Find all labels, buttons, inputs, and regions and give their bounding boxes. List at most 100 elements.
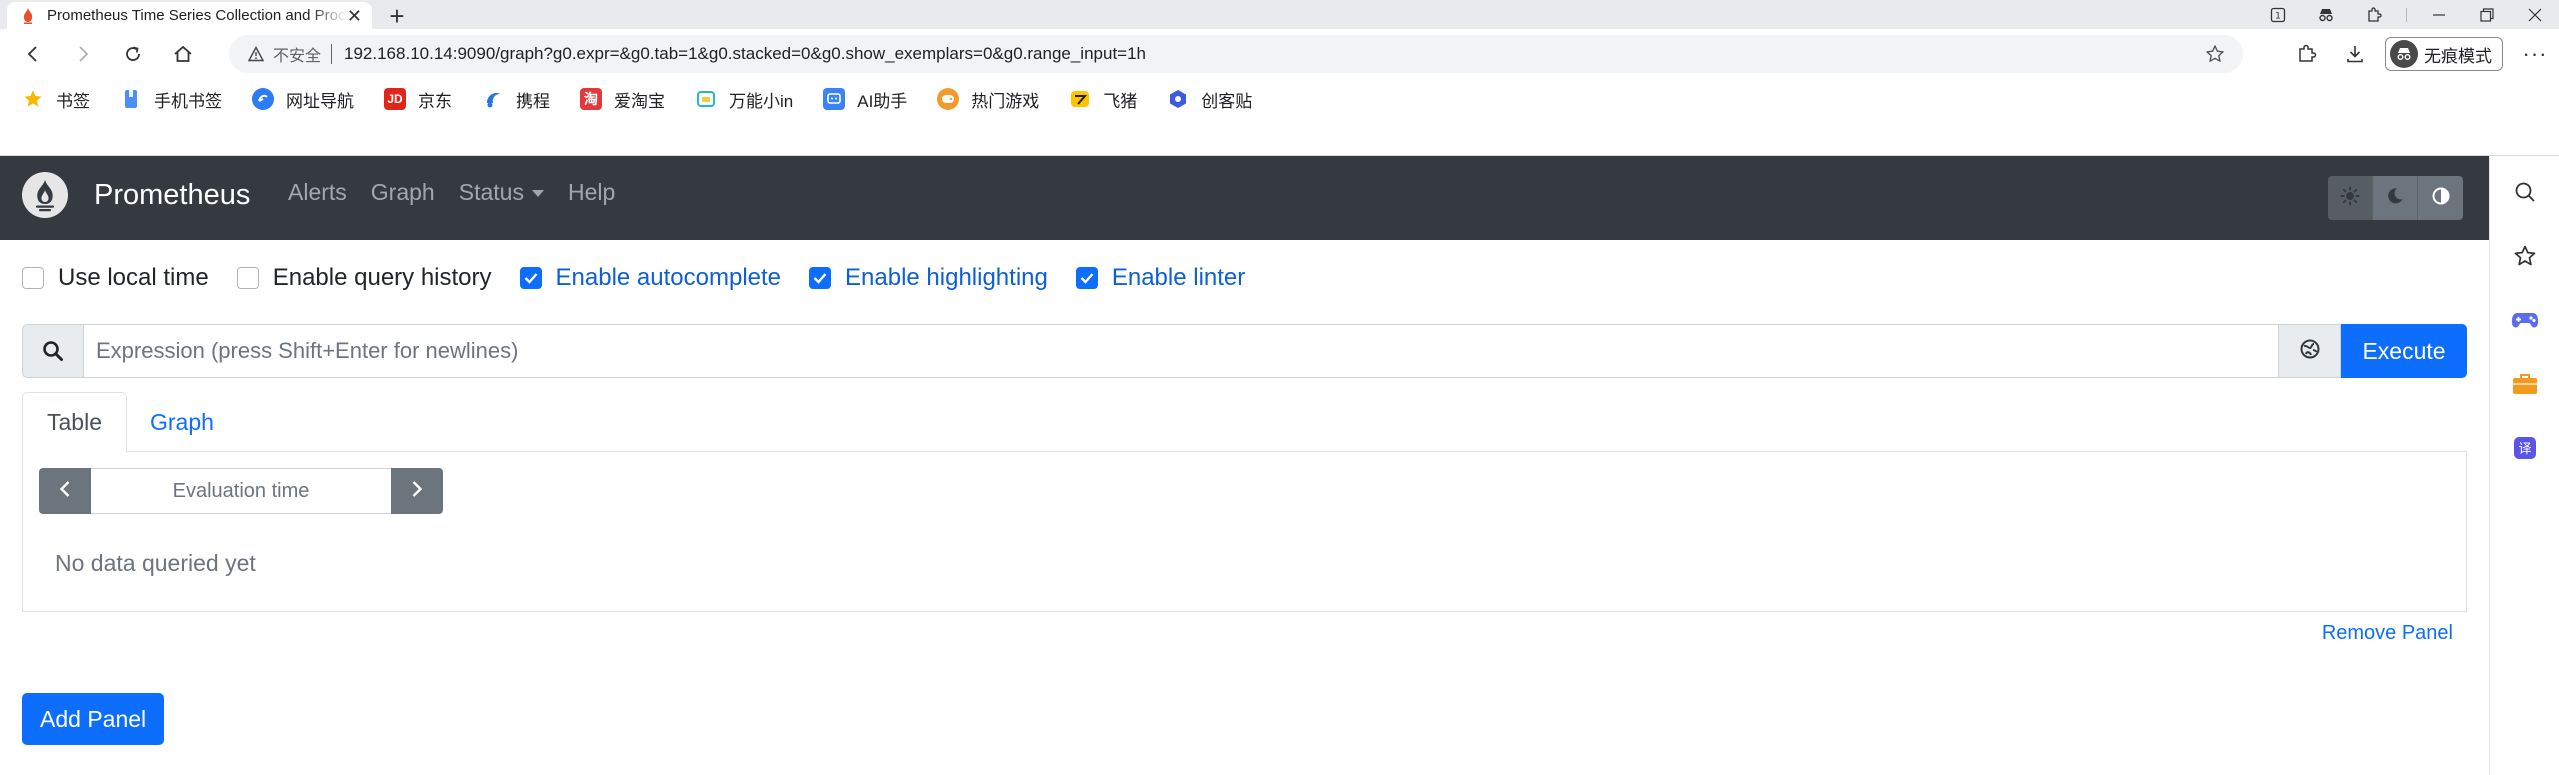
nav-alerts[interactable]: Alerts bbox=[288, 179, 347, 206]
translate-icon[interactable]: 译 bbox=[2511, 434, 2539, 462]
prometheus-favicon-icon bbox=[21, 7, 35, 24]
tab-close-icon[interactable]: ✕ bbox=[347, 7, 362, 25]
nav-graph[interactable]: Graph bbox=[371, 179, 435, 206]
evaluation-time-control bbox=[39, 468, 443, 514]
incognito-profile-button[interactable]: 无痕模式 bbox=[2385, 37, 2503, 71]
half-circle-icon bbox=[2431, 186, 2451, 211]
tab-table[interactable]: Table bbox=[22, 392, 127, 453]
nav-help[interactable]: Help bbox=[568, 179, 615, 206]
moon-icon bbox=[2386, 187, 2404, 210]
address-url[interactable]: 192.168.10.14:9090/graph?g0.expr=&g0.tab… bbox=[344, 44, 1146, 64]
expression-bar: Execute bbox=[22, 324, 2467, 378]
use-local-time-checkbox[interactable]: Use local time bbox=[22, 264, 209, 292]
bookmark-item[interactable]: JD 京东 bbox=[384, 83, 464, 115]
search-icon bbox=[22, 324, 84, 378]
panel-tabs: Table Graph bbox=[22, 392, 2467, 453]
forward-icon[interactable] bbox=[65, 36, 101, 72]
toolbar-right: 无痕模式 ··· bbox=[2283, 29, 2559, 79]
chuangketie-icon bbox=[1167, 88, 1189, 110]
use-local-time-label: Use local time bbox=[58, 264, 209, 291]
enable-autocomplete-checkbox[interactable]: Enable autocomplete bbox=[519, 264, 781, 292]
chevron-left-icon bbox=[59, 480, 71, 503]
window-controls-divider bbox=[2406, 7, 2407, 22]
extensions-icon[interactable] bbox=[2283, 34, 2331, 74]
incognito-label: 无痕模式 bbox=[2424, 46, 2492, 66]
bookmark-item[interactable]: 手机书签 bbox=[120, 83, 234, 115]
remove-panel-link[interactable]: Remove Panel bbox=[2322, 622, 2453, 645]
expression-input[interactable] bbox=[84, 324, 2279, 378]
phone-bookmark-icon bbox=[120, 88, 142, 110]
tab-actions-icon[interactable]: 1 bbox=[2254, 0, 2302, 29]
bookmark-item[interactable]: 携程 bbox=[482, 83, 562, 115]
enable-linter-checkbox[interactable]: Enable linter bbox=[1075, 264, 1245, 292]
execute-button[interactable]: Execute bbox=[2341, 324, 2467, 378]
evaluation-time-input[interactable] bbox=[91, 468, 391, 514]
theme-toggle-group bbox=[2328, 176, 2463, 220]
bookmark-item[interactable]: AI助手 bbox=[823, 83, 919, 115]
nav-links: Alerts Graph Status Help bbox=[288, 179, 639, 206]
prev-time-button[interactable] bbox=[39, 468, 91, 514]
bookmark-item[interactable]: 万能小in bbox=[695, 83, 805, 115]
checkbox-unchecked-icon[interactable] bbox=[22, 267, 44, 289]
close-window-icon[interactable] bbox=[2511, 0, 2559, 29]
browser-toolbar: 不安全 192.168.10.14:9090/graph?g0.expr=&g0… bbox=[0, 29, 2559, 79]
checkbox-checked-icon[interactable] bbox=[1075, 267, 1098, 289]
bookmark-item[interactable]: 热门游戏 bbox=[937, 83, 1051, 115]
new-tab-icon[interactable]: + bbox=[385, 3, 409, 29]
more-menu-icon[interactable]: ··· bbox=[2511, 34, 2559, 74]
bookmark-item[interactable]: 书签 bbox=[22, 83, 102, 115]
incognito-avatar-icon bbox=[2390, 40, 2418, 68]
reload-icon[interactable] bbox=[115, 36, 151, 72]
checkbox-checked-icon[interactable] bbox=[809, 267, 832, 289]
enable-query-history-checkbox[interactable]: Enable query history bbox=[236, 264, 492, 292]
metrics-explorer-button[interactable] bbox=[2279, 324, 2341, 378]
bookmark-label: 爱淘宝 bbox=[614, 91, 665, 111]
bookmarks-bar: 书签 手机书签 网址导航 JD 京东 携程 淘 爱淘宝 万能小in AI助手 热… bbox=[0, 79, 2559, 156]
browser-tab-active[interactable]: Prometheus Time Series Collection and Pr… bbox=[7, 2, 372, 29]
bookmark-label: 书签 bbox=[56, 91, 90, 111]
toolbox-icon[interactable] bbox=[2511, 370, 2539, 398]
back-icon[interactable] bbox=[15, 36, 51, 72]
globe-icon bbox=[2299, 338, 2321, 365]
bookmark-star-icon[interactable] bbox=[2205, 44, 2225, 69]
theme-light-button[interactable] bbox=[2328, 176, 2373, 220]
caret-down-icon bbox=[531, 190, 544, 197]
jd-icon: JD bbox=[384, 88, 406, 110]
extension-puzzle-icon[interactable] bbox=[2350, 0, 2398, 29]
brand[interactable]: Prometheus bbox=[22, 172, 250, 218]
checkbox-checked-icon[interactable] bbox=[519, 267, 542, 289]
add-panel-button[interactable]: Add Panel bbox=[22, 693, 165, 745]
bookmark-item[interactable]: 淘 爱淘宝 bbox=[580, 83, 677, 115]
nav-status-dropdown[interactable]: Status bbox=[459, 179, 544, 206]
address-bar[interactable]: 不安全 192.168.10.14:9090/graph?g0.expr=&g0… bbox=[229, 35, 2243, 73]
next-time-button[interactable] bbox=[391, 468, 443, 514]
bookmark-label: 携程 bbox=[516, 91, 550, 111]
table-panel: No data queried yet bbox=[22, 452, 2467, 612]
tab-graph[interactable]: Graph bbox=[126, 392, 238, 453]
downloads-icon[interactable] bbox=[2331, 34, 2379, 74]
favorites-star-icon[interactable] bbox=[2511, 242, 2539, 270]
enable-highlighting-checkbox[interactable]: Enable highlighting bbox=[809, 264, 1048, 292]
wannengxiaoin-icon bbox=[695, 88, 717, 110]
checkbox-unchecked-icon[interactable] bbox=[236, 267, 259, 289]
search-sidebar-icon[interactable] bbox=[2511, 178, 2539, 206]
minimize-icon[interactable] bbox=[2415, 0, 2463, 29]
incognito-tab-icon[interactable] bbox=[2302, 0, 2350, 29]
warning-icon[interactable] bbox=[247, 45, 265, 63]
restore-icon[interactable] bbox=[2463, 0, 2511, 29]
bookmark-item[interactable]: 网址导航 bbox=[252, 83, 366, 115]
bookmark-item[interactable]: 创客贴 bbox=[1167, 83, 1264, 115]
security-label[interactable]: 不安全 bbox=[273, 42, 321, 66]
bookmark-item[interactable]: 飞猪 bbox=[1069, 83, 1149, 115]
bookmark-label: 网址导航 bbox=[286, 91, 354, 111]
ai-assistant-icon bbox=[823, 88, 846, 110]
theme-dark-button[interactable] bbox=[2373, 176, 2418, 220]
nav-status-label: Status bbox=[458, 179, 524, 205]
theme-auto-button[interactable] bbox=[2418, 176, 2463, 220]
gamepad-icon[interactable] bbox=[2511, 306, 2539, 334]
bookmark-label: AI助手 bbox=[857, 91, 908, 111]
star-icon bbox=[22, 88, 44, 110]
tab-title: Prometheus Time Series Collection and Pr… bbox=[47, 7, 347, 24]
enable-query-history-label: Enable query history bbox=[272, 264, 492, 291]
home-icon[interactable] bbox=[165, 36, 201, 72]
